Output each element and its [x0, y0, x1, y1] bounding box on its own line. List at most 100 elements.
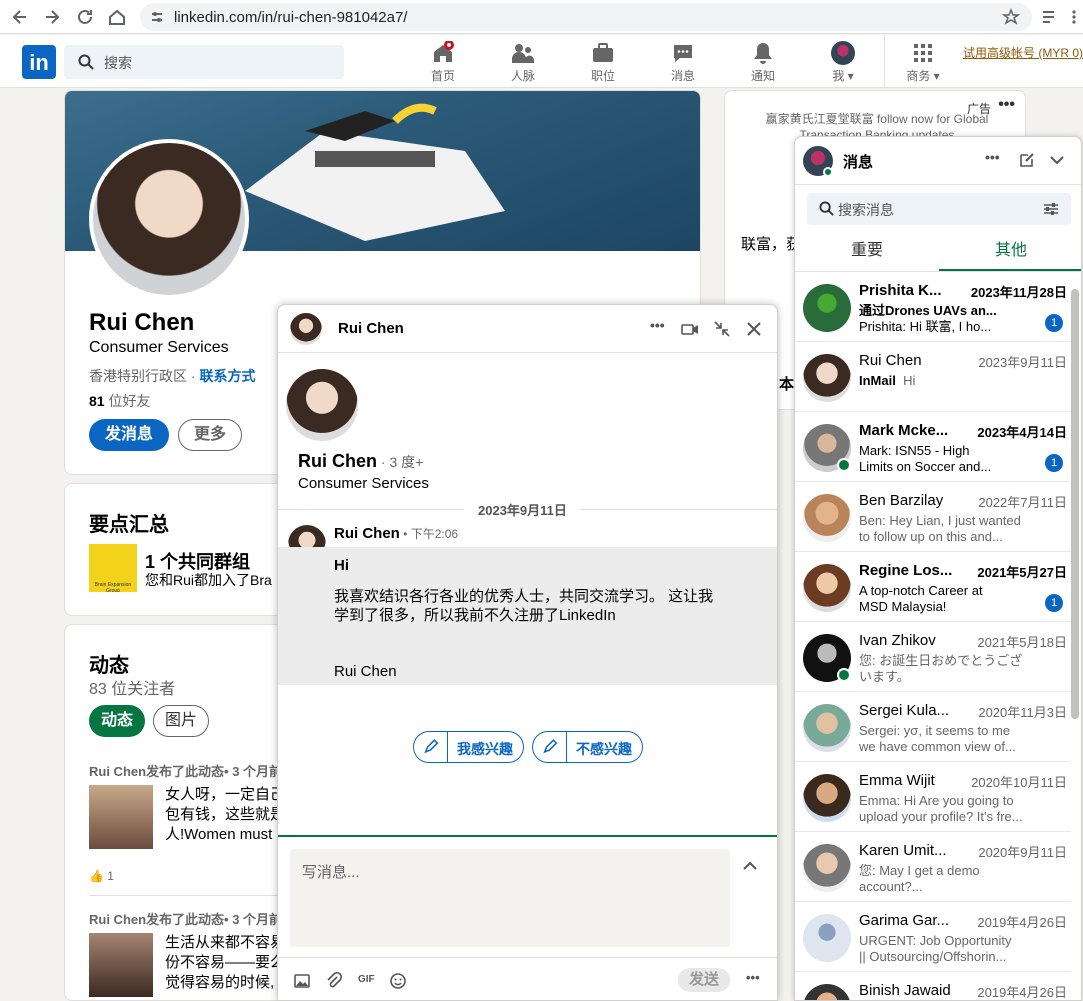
conversation-item[interactable]: Emma Wijit 2020年10月11日 Emma: Hi Are you … — [795, 762, 1071, 832]
ad-partial-text: 本 — [779, 376, 795, 393]
scrollbar[interactable] — [1071, 289, 1079, 719]
activity-title: 动态 — [89, 655, 129, 677]
url-text: linkedin.com/in/rui-chen-981042a7/ — [174, 9, 408, 26]
conversation-item[interactable]: Garima Gar... 2019年4月26日 URGENT: Job Opp… — [795, 902, 1071, 972]
unread-badge: 1 — [1045, 454, 1063, 472]
compose-message-input[interactable]: 写消息... — [290, 849, 730, 947]
conversation-item[interactable]: Binish Jawaid 2019年4月26日 — [795, 972, 1071, 1000]
address-bar[interactable]: linkedin.com/in/rui-chen-981042a7/ — [140, 3, 1032, 31]
nav-network[interactable]: 人脉 — [483, 39, 563, 85]
conversation-date: 2020年9月11日 — [978, 845, 1067, 860]
conversation-preview: 您: お誕生日おめでとうござ います。 — [859, 653, 1023, 684]
conversation-name: Rui Chen — [859, 352, 922, 369]
gif-icon[interactable]: GIF — [358, 974, 375, 985]
chat-profile-headline: Consumer Services — [298, 475, 429, 492]
post-meta: Rui Chen发布了此动态• 3 个月前 — [89, 764, 283, 779]
profile-avatar[interactable] — [89, 139, 249, 299]
conversation-date: 2022年7月11日 — [978, 495, 1067, 510]
conversation-item[interactable]: Karen Umit... 2020年9月11日 您: May I get a … — [795, 832, 1071, 902]
not-interested-button[interactable]: 不感兴趣 — [532, 731, 643, 763]
conversation-avatar — [803, 774, 851, 822]
conversation-date: 2021年5月27日 — [977, 565, 1067, 580]
home-browser-icon[interactable] — [107, 7, 127, 27]
conversation-item[interactable]: Ben Barzilay 2022年7月11日 Ben: Hey Lian, I… — [795, 482, 1071, 552]
nav-home[interactable]: 首页 — [403, 39, 483, 85]
nav-me[interactable]: 我 ▾ — [803, 39, 883, 85]
post-text[interactable]: 女人呀，一定自己 包有钱，这些就是 人!Women must — [165, 785, 285, 845]
chat-profile-name[interactable]: Rui Chen — [298, 451, 377, 471]
nav-jobs[interactable]: 职位 — [563, 39, 643, 85]
group-logo: Brain Expansion Group — [89, 544, 137, 592]
chat-profile-avatar[interactable] — [286, 369, 358, 441]
messaging-header[interactable]: 消息 ••• — [795, 137, 1081, 185]
send-button[interactable]: 发送 — [678, 968, 730, 992]
more-options-icon[interactable]: ••• — [650, 317, 665, 333]
highlights-title: 要点汇总 — [89, 514, 169, 536]
conversation-preview: Emma: Hi Are you going to upload your pro… — [859, 793, 1023, 824]
chat-title[interactable]: Rui Chen — [338, 320, 404, 337]
profile-connections: 81 位好友 — [89, 393, 151, 409]
post-thumbnail[interactable] — [89, 785, 153, 849]
compose-icon[interactable] — [1019, 152, 1035, 168]
forward-icon[interactable] — [42, 7, 62, 27]
ad-more-icon[interactable]: ••• — [998, 96, 1015, 114]
image-icon[interactable] — [293, 972, 311, 990]
home-icon — [434, 41, 454, 62]
conversation-item[interactable]: Ivan Zhikov 2021年5月18日 您: お誕生日おめでとうござ います… — [795, 622, 1071, 692]
close-icon[interactable] — [745, 320, 763, 338]
compose-toolbar: GIF 发送 ••• — [278, 957, 777, 1000]
global-search-input[interactable]: 搜索 — [64, 45, 344, 79]
conversation-avatar — [803, 564, 851, 612]
minimize-icon[interactable] — [713, 320, 731, 338]
expand-compose-icon[interactable] — [742, 861, 758, 871]
post-thumbnail[interactable] — [89, 933, 153, 997]
bell-icon — [754, 43, 772, 64]
chat-avatar — [290, 313, 322, 345]
tune-icon[interactable] — [150, 10, 164, 24]
post-reactions[interactable]: 👍 1 — [89, 869, 114, 883]
message-subject: Hi — [334, 557, 349, 574]
nav-messaging[interactable]: 消息 — [643, 39, 723, 85]
conversation-item[interactable]: Sergei Kula... 2020年11月3日 Sergei: yσ, it… — [795, 692, 1071, 762]
more-options-icon[interactable]: ••• — [985, 149, 1000, 165]
reload-icon[interactable] — [75, 7, 95, 27]
video-call-icon[interactable] — [681, 320, 699, 338]
menu-icon[interactable] — [1068, 7, 1080, 27]
linkedin-logo[interactable]: in — [22, 45, 56, 79]
attach-icon[interactable] — [325, 972, 343, 990]
chat-window: Rui Chen ••• Rui Chen · 3 度+ Consumer Se… — [277, 304, 778, 1001]
conversation-item[interactable]: Rui Chen 2023年9月11日 InMail Hi — [795, 342, 1071, 412]
tab-focused[interactable]: 重要 — [795, 233, 939, 271]
chevron-down-icon[interactable] — [1049, 154, 1065, 166]
emoji-icon[interactable] — [389, 972, 407, 990]
conversation-name: Ivan Zhikov — [859, 632, 936, 649]
message-body[interactable]: Hi 我喜欢结识各行各业的优秀人士，共同交流学习。 这让我 学到了很多，所以我前不… — [278, 547, 777, 685]
back-icon[interactable] — [10, 7, 30, 27]
ad-partial-text: 联富，获 — [741, 236, 802, 253]
message-button[interactable]: 发消息 — [89, 419, 169, 451]
conversation-name: Karen Umit... — [859, 842, 947, 859]
send-options-icon[interactable]: ••• — [746, 970, 760, 985]
conversation-item[interactable]: Mark Mcke... 2023年4月14日 Mark: ISN55 - Hi… — [795, 412, 1071, 482]
conversation-item[interactable]: Regine Los... 2021年5月27日 A top-notch Car… — [795, 552, 1071, 622]
contact-info-link[interactable]: 联系方式 — [199, 368, 255, 384]
message-search-input[interactable]: 搜索消息 — [807, 193, 1071, 225]
reading-list-icon[interactable] — [1040, 7, 1060, 27]
tab-images[interactable]: 图片 — [153, 705, 209, 737]
premium-trial-link[interactable]: 试用高级帐号 (MYR 0) — [963, 44, 1083, 61]
bookmark-star-icon[interactable] — [1002, 8, 1020, 26]
post-meta: Rui Chen发布了此动态• 3 个月前 — [89, 912, 283, 927]
nav-notifications[interactable]: 通知 — [723, 39, 803, 85]
post-text[interactable]: 生活从来都不容易 份不容易——要么 觉得容易的时候, — [165, 933, 285, 993]
conversation-date: 2020年10月11日 — [971, 775, 1067, 790]
conversation-item[interactable]: Prishita K... 2023年11月28日 通过Drones UAVs … — [795, 272, 1071, 342]
nav-business[interactable]: 商务 ▾ — [883, 39, 963, 85]
interested-button[interactable]: 我感兴趣 — [413, 731, 524, 763]
messaging-panel: 消息 ••• 搜索消息 重要 其他 Prishita K... 2023年11月… — [794, 136, 1082, 1001]
conversation-name: Sergei Kula... — [859, 702, 950, 719]
chat-header[interactable]: Rui Chen ••• — [278, 305, 777, 353]
tab-other[interactable]: 其他 — [939, 233, 1081, 271]
more-button[interactable]: 更多 — [178, 419, 242, 451]
filter-icon[interactable] — [1043, 201, 1059, 217]
tab-activity[interactable]: 动态 — [89, 705, 145, 737]
